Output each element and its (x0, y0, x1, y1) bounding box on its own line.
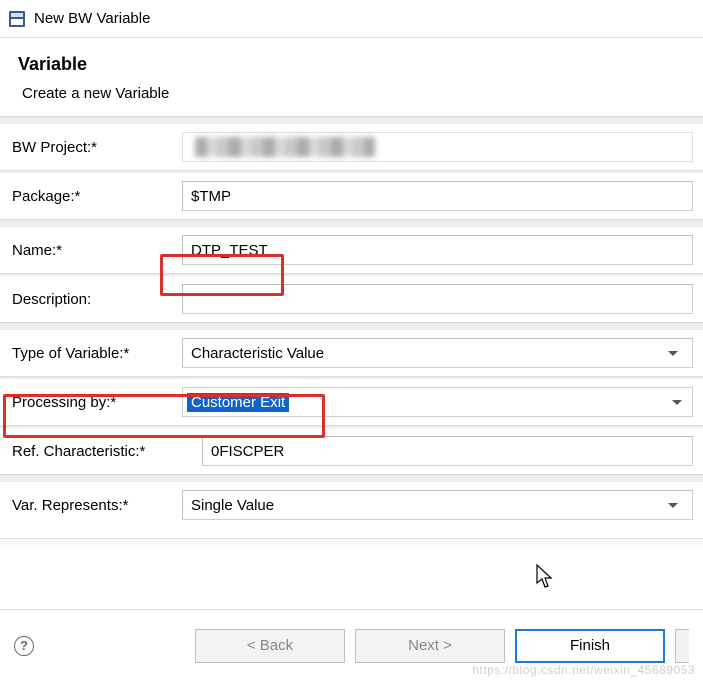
page-subtitle: Create a new Variable (22, 85, 685, 102)
label-description: Description: (10, 291, 182, 308)
package-input[interactable] (182, 181, 693, 211)
row-processing-by: Processing by:* Customer Exit (0, 379, 703, 425)
var-represents-value: Single Value (191, 497, 274, 514)
row-type-of-variable: Type of Variable:* Characteristic Value (0, 330, 703, 376)
chevron-down-icon (668, 503, 678, 508)
var-represents-dropdown[interactable]: Single Value (182, 490, 693, 520)
back-button[interactable]: < Back (195, 629, 345, 663)
separator (0, 322, 703, 330)
window-title: New BW Variable (34, 10, 150, 27)
label-processing-by: Processing by:* (10, 394, 182, 411)
label-bw-project: BW Project:* (10, 139, 182, 156)
wizard-window: New BW Variable Variable Create a new Va… (0, 0, 703, 681)
separator (0, 219, 703, 227)
bw-project-field[interactable] (182, 132, 693, 162)
processing-by-value: Customer Exit (187, 393, 289, 412)
app-icon (8, 10, 26, 28)
label-name: Name:* (10, 242, 182, 259)
processing-by-dropdown[interactable]: Customer Exit (182, 387, 693, 417)
ref-characteristic-input[interactable] (202, 436, 693, 466)
type-of-variable-value: Characteristic Value (191, 345, 324, 362)
row-ref-characteristic: Ref. Characteristic:* (0, 428, 703, 474)
chevron-down-icon (672, 400, 682, 405)
row-package: Package:* (0, 173, 703, 219)
trailing-button-cut[interactable] (675, 629, 689, 663)
help-icon[interactable]: ? (14, 636, 34, 656)
chevron-down-icon (668, 351, 678, 356)
bw-project-value-redacted (195, 137, 375, 157)
label-package: Package:* (10, 188, 182, 205)
row-bw-project: BW Project:* (0, 124, 703, 170)
label-ref-characteristic: Ref. Characteristic:* (10, 443, 202, 460)
form: BW Project:* Package:* Name:* (0, 124, 703, 538)
label-var-represents: Var. Represents:* (10, 497, 182, 514)
button-bar: ? < Back Next > Finish (0, 609, 703, 681)
wizard-header: Variable Create a new Variable (0, 38, 703, 116)
label-type-of-variable: Type of Variable:* (10, 345, 182, 362)
type-of-variable-dropdown[interactable]: Characteristic Value (182, 338, 693, 368)
titlebar[interactable]: New BW Variable (0, 0, 703, 38)
description-input[interactable] (182, 284, 693, 314)
row-description: Description: (0, 276, 703, 322)
form-bottom-pad (0, 538, 703, 590)
separator (0, 474, 703, 482)
separator (0, 116, 703, 124)
page-title: Variable (18, 54, 685, 75)
name-input[interactable] (182, 235, 693, 265)
finish-button[interactable]: Finish (515, 629, 665, 663)
row-var-represents: Var. Represents:* Single Value (0, 482, 703, 528)
next-button[interactable]: Next > (355, 629, 505, 663)
row-name: Name:* (0, 227, 703, 273)
